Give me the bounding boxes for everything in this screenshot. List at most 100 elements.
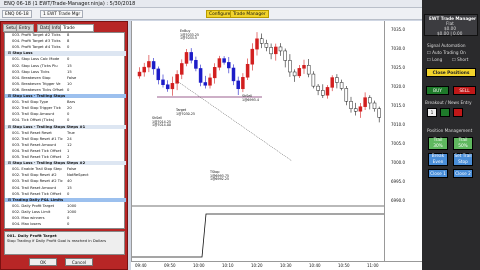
property-category[interactable]: ⊟ Trading Daily P&L Limits [5, 197, 126, 203]
property-row[interactable]: 006. Breakeven Ticks Offset 0 [5, 88, 126, 92]
time-tick-label: 10:20 [251, 263, 263, 268]
property-row[interactable]: 003. Trail Stop Amount 0 [5, 112, 126, 116]
description-text: Stop Trading if Daily Profit Goal is rea… [7, 238, 107, 243]
property-row[interactable]: 003. Trail Reset Amount 12 [5, 143, 126, 147]
close-1-button[interactable]: Close 1 [428, 169, 448, 178]
trail-50-button[interactable]: Trail 50% [453, 137, 473, 150]
property-row[interactable]: 005. Breakeven Trigger Ve 10 [5, 82, 126, 86]
candle-body [292, 71, 297, 77]
property-value[interactable]: 24 [67, 137, 72, 141]
property-value[interactable]: False [67, 76, 76, 80]
qty-input[interactable]: 1 [427, 108, 437, 117]
cancel-button[interactable]: Cancel [65, 258, 93, 266]
property-name: 003. Max winners [12, 216, 45, 220]
property-row[interactable]: 004. Profit Target #3 Ticks 8 [5, 39, 126, 43]
time-tick-label: 10:50 [338, 263, 350, 268]
property-value[interactable]: 0 [67, 45, 69, 49]
buy-button[interactable]: BUY [426, 86, 449, 95]
break-even-button[interactable]: Break Even [428, 153, 448, 166]
property-category[interactable]: ⊟ Stop Loss - Trailing Stops Steps #2 [5, 161, 126, 166]
candle-body [165, 84, 170, 90]
property-row[interactable]: 003. Stop Loss Ticks 15 [5, 70, 126, 74]
property-value[interactable]: 8 [67, 39, 69, 43]
property-row[interactable]: 003. Max winners 0 [5, 216, 126, 220]
property-row[interactable]: 003. Trail Stop Reset #2 Tic 40 [5, 179, 126, 183]
property-row[interactable]: 004. Trail Reset Tick Offset 1 [5, 149, 126, 153]
property-row[interactable]: 002. Trail Stop Reset #2 NotReSpect [5, 173, 126, 177]
candle-body [208, 77, 212, 86]
property-row[interactable]: 001. Trail Stop Type Bars [5, 100, 126, 104]
property-value[interactable]: 15 [67, 70, 72, 74]
property-row[interactable]: 001. Stop Loss Calc Mode 0 [5, 57, 126, 61]
candle-body [227, 62, 231, 69]
property-row[interactable]: 002. Trail Stop Trigger Tick 20 [5, 106, 126, 110]
ok-button[interactable]: OK [29, 258, 57, 266]
property-value[interactable]: 1000 [67, 204, 76, 208]
property-name: 003. Trail Reset Amount [12, 142, 57, 147]
property-row[interactable]: 003. Profit Target #2 Ticks 8 [5, 33, 126, 37]
property-value[interactable]: 12 [67, 143, 72, 147]
property-value[interactable]: 0 [67, 216, 69, 220]
sell-button[interactable]: SELL [453, 86, 476, 95]
breakout-sell-button[interactable] [453, 108, 463, 117]
property-value[interactable]: True [67, 131, 75, 135]
property-row[interactable]: 004. Breakeven Stop False [5, 76, 126, 80]
property-value[interactable]: 2 [67, 155, 69, 159]
property-value[interactable]: 40 [67, 179, 72, 183]
property-value[interactable]: 15 [67, 64, 72, 68]
price-chart[interactable]: EnBuy 1@7033.25 1@7033.5 Target 1@7030.25 ShS… [131, 21, 385, 261]
close-positions-button[interactable]: Close Positions [426, 68, 476, 77]
property-value[interactable]: NotReSpect [67, 173, 89, 177]
price-axis[interactable]: 7035.0 7030.0 7025.0 7020.0 7015.0 7010.0 7005… [384, 21, 422, 261]
set-trail-stop-button[interactable]: Set Trail Stop [453, 153, 473, 166]
property-value[interactable]: 0 [67, 192, 69, 196]
property-row[interactable]: 002. Stop Loss (Ticks Plu 15 [5, 64, 126, 68]
candle-body [358, 106, 363, 112]
property-category[interactable]: ⊟ Stop Loss [5, 51, 126, 56]
property-row[interactable]: 001. Trail Reset Reset True [5, 131, 126, 135]
property-value[interactable]: Bars [67, 100, 75, 104]
property-category[interactable]: ⊟ Stop Loss - Trailing Stops Steps #1 [5, 124, 126, 129]
price-tick-label: 7020.0 [391, 84, 405, 89]
property-value[interactable]: 0 [67, 222, 69, 226]
property-row[interactable]: 001. Enable Trail Stop Step False [5, 167, 126, 171]
candle-body [203, 82, 208, 86]
time-axis[interactable]: 09:40 09:50 10:00 10:10 10:20 10:30 10:40 10:50… [131, 261, 422, 270]
property-value[interactable]: 0 [67, 57, 69, 61]
property-row[interactable]: 004. Tick Offset (Ticks) 0 [5, 118, 126, 122]
property-value[interactable]: 15 [67, 186, 72, 190]
property-value[interactable]: 10 [67, 82, 72, 86]
property-row[interactable]: 004. Trail Reset Amount 15 [5, 186, 126, 190]
property-value[interactable]: 0 [67, 118, 69, 122]
long-toggle[interactable]: ☐ Long [427, 57, 442, 62]
tab-entry-rules[interactable]: Entry Rules [16, 24, 34, 39]
property-row[interactable]: 005. Profit Target #4 Ticks 0 [5, 45, 126, 49]
property-value[interactable]: 8 [67, 33, 69, 37]
trail-30-button[interactable]: Trail 30% [428, 137, 448, 150]
trade-manager-button[interactable]: Trade Manager [230, 10, 269, 18]
property-value[interactable]: 20 [67, 106, 72, 110]
property-row[interactable]: 002. Daily Loss Limit 1000 [5, 210, 126, 214]
short-toggle[interactable]: ☐ Short [452, 57, 468, 62]
property-value[interactable]: 0 [67, 112, 69, 116]
property-value[interactable]: 1 [67, 149, 69, 153]
property-value[interactable]: 0 [67, 88, 69, 92]
breakout-buy-button[interactable] [440, 108, 450, 117]
property-value[interactable]: 1000 [67, 210, 76, 214]
property-value[interactable]: False [67, 167, 76, 171]
tab-trade-management[interactable]: Trade Management [60, 24, 95, 39]
property-row[interactable]: 002. Trail Stop Reset #1 Tic 24 [5, 137, 126, 141]
candle-body [170, 83, 175, 90]
instrument-selector[interactable]: ENQ 06-18 [2, 10, 32, 18]
close-2-button[interactable]: Close 2 [453, 169, 473, 178]
timeframe-selector[interactable]: 1 EWT Trade Mgr [40, 10, 84, 18]
property-name: 005. Trail Reset Tick Offset [12, 191, 62, 196]
auto-trading-toggle[interactable]: ☐ Auto Trading On [427, 50, 466, 55]
property-category[interactable]: ⊟ Stop Loss - Trailing Stops [5, 94, 126, 99]
property-row[interactable]: 005. Trail Reset Tick Offset 0 [5, 192, 126, 196]
title-bar: ENQ 06-18 (1 EWT/Trade-Manager.ninja) : … [0, 0, 480, 8]
property-row[interactable]: 005. Trail Reset Tick Offset 2 [5, 155, 126, 159]
candle-body [137, 71, 142, 77]
property-row[interactable]: 004. Max losers 0 [5, 222, 126, 226]
property-row[interactable]: 001. Daily Profit Target 1000 [5, 204, 126, 208]
